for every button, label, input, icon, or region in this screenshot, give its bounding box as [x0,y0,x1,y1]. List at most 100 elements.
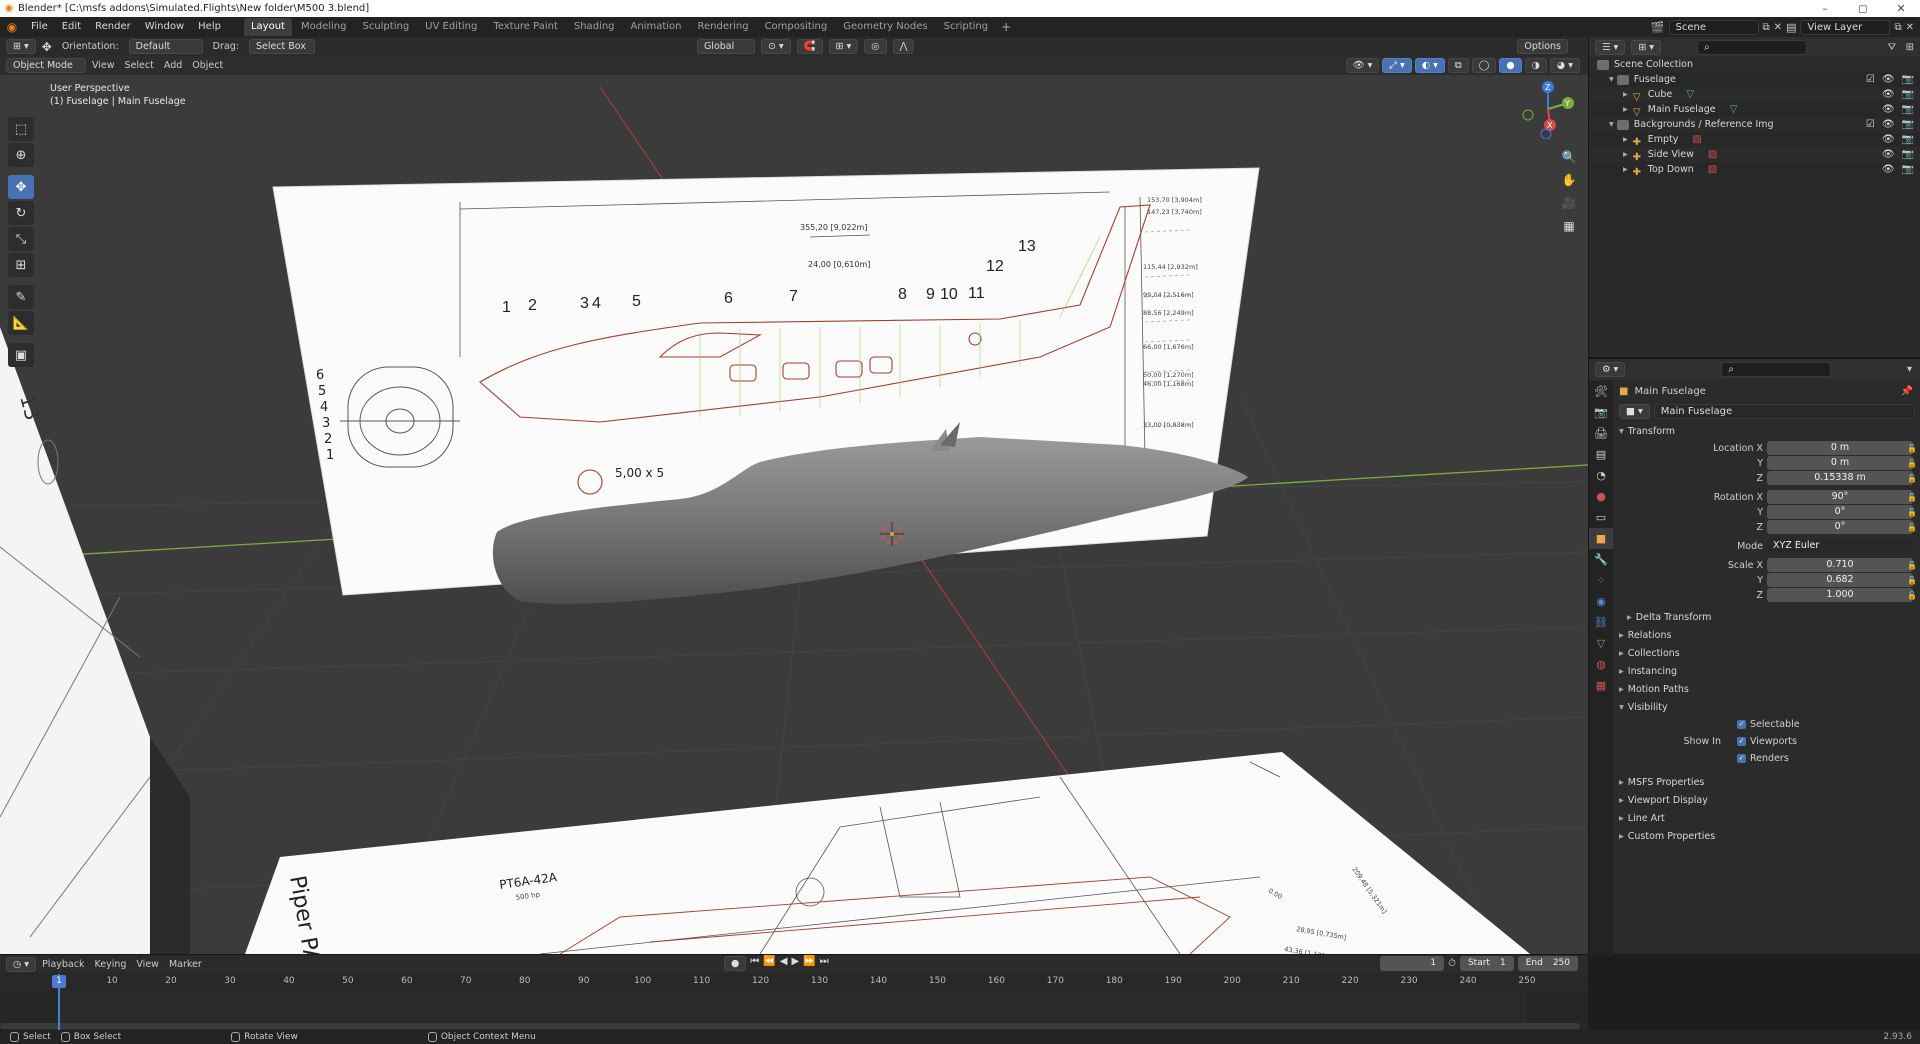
menu-object[interactable]: Object [188,60,227,71]
camera-icon[interactable]: 📷 [1902,87,1914,102]
select-box-tool-icon[interactable]: ⬚ [8,117,34,141]
world-tab-icon[interactable]: ● [1589,486,1613,507]
menu-edit[interactable]: Edit [55,17,88,37]
play-icon[interactable]: ▶ [791,956,799,971]
preview-range-icon[interactable]: ⏱ [1448,958,1456,969]
snap-icon[interactable]: 🧲 [796,39,823,54]
data-tab-icon[interactable]: ▽ [1589,633,1613,654]
outliner-row-fuselage[interactable]: ▾ Fuselage ☑ 👁 📷 [1589,72,1920,87]
snap-target-icon[interactable]: ⊞ ▾ [828,39,859,54]
relations-section[interactable]: ▸ Relations [1613,627,1920,645]
visibility-filter-icon[interactable]: 👁 ▾ [1345,58,1380,73]
menu-file[interactable]: File [24,17,55,37]
transform-section-header[interactable]: ▾ Transform [1613,423,1920,441]
delta-transform-section[interactable]: ▸ Delta Transform [1613,609,1920,627]
current-frame-field[interactable]: 1 [1380,956,1445,971]
scale-z-field[interactable]: 1.000 [1767,588,1913,602]
outliner-row-backgrounds[interactable]: ▾ Backgrounds / Reference Img ☑ 👁 📷 [1589,117,1920,132]
scale-tool-icon[interactable]: ⤡ [8,227,34,251]
texture-tab-icon[interactable]: ▦ [1589,675,1613,696]
view-layer-tab-icon[interactable]: ▤ [1589,444,1613,465]
material-shading-icon[interactable]: ◑ [1524,58,1547,73]
eye-icon[interactable]: 👁 [1882,102,1895,117]
lock-icon[interactable]: 🔓 [1907,573,1917,588]
renders-checkbox[interactable]: ✓ Renders [1737,751,1789,766]
start-frame-field[interactable]: Start 1 [1459,956,1514,971]
end-frame-field[interactable]: End 250 [1517,956,1578,971]
menu-marker[interactable]: Marker [165,959,206,970]
jump-start-icon[interactable]: ⏮ [750,956,759,971]
camera-icon[interactable]: 📷 [1902,147,1914,162]
add-cube-tool-icon[interactable]: ▣ [8,343,34,367]
rendered-shading-icon[interactable]: ◕ ▾ [1549,58,1580,73]
lock-icon[interactable]: 🔓 [1907,505,1917,520]
maximize-button[interactable]: ◻ [1844,0,1882,17]
prev-keyframe-icon[interactable]: ⏪ [763,956,775,971]
blender-menu-icon[interactable]: ◉ [0,20,24,34]
expand-arrow-icon[interactable]: ▸ [1623,102,1628,117]
motion-paths-section[interactable]: ▸ Motion Paths [1613,681,1920,699]
zoom-icon[interactable]: 🔍 [1558,147,1580,167]
scale-x-field[interactable]: 0.710 [1767,558,1913,572]
tab-sculpting[interactable]: Sculpting [355,18,416,36]
playhead-frame-label[interactable]: 1 [52,975,66,988]
object-name-field[interactable]: Main Fuselage [1653,403,1915,419]
scale-y-field[interactable]: 0.682 [1767,573,1913,587]
modifier-tab-icon[interactable]: 🔧 [1589,549,1613,570]
custom-properties-section[interactable]: ▸ Custom Properties [1613,828,1920,846]
lock-icon[interactable]: 🔓 [1907,520,1917,535]
gizmo-toggle-icon[interactable]: ⤢ ▾ [1382,58,1412,73]
outliner-row-scene-collection[interactable]: Scene Collection [1589,57,1920,72]
lock-icon[interactable]: 🔓 [1907,441,1917,456]
collections-section[interactable]: ▸ Collections [1613,645,1920,663]
wireframe-shading-icon[interactable]: ◯ [1471,58,1497,73]
close-button[interactable]: ✕ [1882,0,1920,17]
move-tool-icon[interactable]: ✥ [8,175,34,199]
outliner-row-side-view[interactable]: ▸ ✚ Side View ▨ 👁 📷 [1589,147,1920,163]
viewport-scene[interactable]: 13 355,20 [9,022m] 24,00 [0,610m] 1 2 3 … [0,37,1588,954]
expand-arrow-icon[interactable]: ▸ [1623,87,1628,102]
delete-view-layer-icon[interactable]: ✕ [1906,22,1914,33]
scene-tab-icon[interactable]: ◔ [1589,465,1613,486]
expand-arrow-icon[interactable]: ▸ [1623,147,1628,162]
timeline-ruler[interactable]: 1102030405060708090100110120130140150160… [0,973,1588,991]
object-datablock-icon[interactable]: ■ ▾ [1619,403,1650,419]
proportional-editing-icon[interactable]: ◎ [864,39,887,54]
new-collection-icon[interactable]: ⊞ [1906,42,1914,53]
tab-compositing[interactable]: Compositing [758,18,835,36]
cursor-tool-icon[interactable]: ⊕ [8,143,34,167]
measure-tool-icon[interactable]: 📐 [8,311,34,335]
top-down-plane[interactable] [245,752,1530,954]
pivot-point-icon[interactable]: ⊙ ▾ [760,39,791,54]
pan-hand-icon[interactable]: ✋ [1558,170,1580,190]
display-mode-icon[interactable]: ⊞ ▾ [1631,39,1662,55]
object-tab-icon[interactable]: ■ [1589,528,1613,549]
tab-scripting[interactable]: Scripting [937,18,995,36]
lock-icon[interactable]: 🔓 [1907,588,1917,603]
overlay-toggle-icon[interactable]: ◐ ▾ [1414,58,1445,73]
rotation-y-field[interactable]: 0° [1767,505,1913,519]
lock-icon[interactable]: 🔓 [1907,456,1917,471]
timeline-tracks[interactable] [0,991,1588,1031]
transform-orientation-dropdown[interactable]: Global [696,39,755,54]
checkbox-icon[interactable]: ☑ [1866,117,1875,132]
add-workspace-button[interactable]: + [995,20,1017,34]
jump-end-icon[interactable]: ⏭ [820,956,829,971]
menu-playback[interactable]: Playback [38,959,88,970]
collapse-arrow-icon[interactable]: ▾ [1609,72,1614,87]
outliner-editor-type-icon[interactable]: ☰ ▾ [1595,39,1626,55]
rotation-mode-dropdown[interactable]: XYZ Euler [1767,539,1913,553]
rotate-tool-icon[interactable]: ↻ [8,201,34,225]
view-layer-icon[interactable]: ▤ [1786,21,1796,34]
material-tab-icon[interactable]: ◍ [1589,654,1613,675]
minimize-button[interactable]: – [1806,0,1844,17]
drag-dropdown[interactable]: Select Box [248,39,315,54]
play-reverse-icon[interactable]: ◀ [780,956,788,971]
outliner-row-cube[interactable]: ▸ ▽ Cube ▽ 👁 📷 [1589,87,1920,103]
outliner-row-empty[interactable]: ▸ ✚ Empty ▨ 👁 📷 [1589,132,1920,148]
menu-render[interactable]: Render [88,17,138,37]
camera-icon[interactable]: 📷 [1902,72,1914,87]
view-layer-selector[interactable]: View Layer [1800,19,1891,35]
mesh-data-icon[interactable]: ▽ [1686,87,1694,102]
camera-icon[interactable]: 📷 [1902,132,1914,147]
